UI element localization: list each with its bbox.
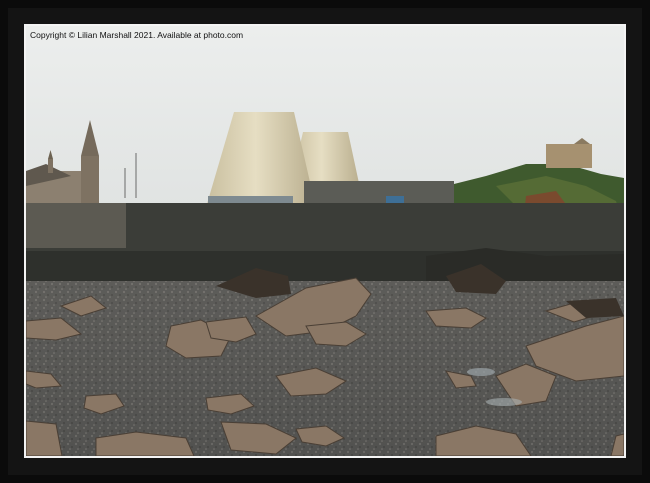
copyright-watermark: Copyright © Lilian Marshall 2021. Availa…	[30, 30, 244, 40]
picture-frame: Copyright © Lilian Marshall 2021. Availa…	[0, 0, 650, 483]
beach-photo: Copyright © Lilian Marshall 2021. Availa…	[26, 26, 624, 456]
